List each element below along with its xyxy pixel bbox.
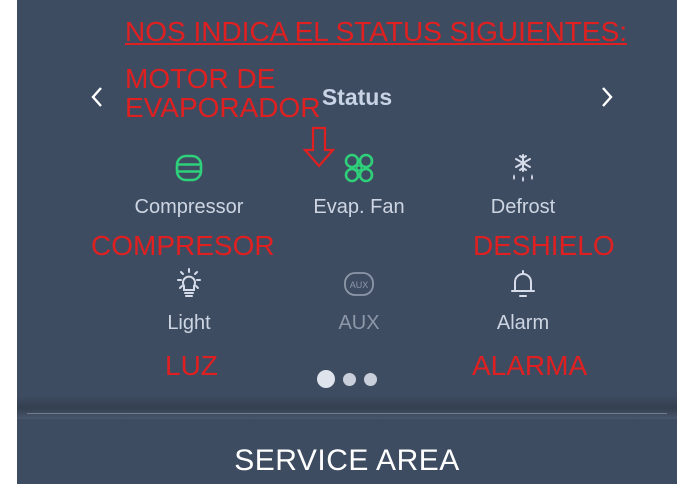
status-alarm[interactable]: Alarm bbox=[443, 266, 603, 335]
annotation-motor: MOTOR DE EVAPORADOR bbox=[125, 64, 321, 123]
status-compressor[interactable]: Compressor bbox=[109, 150, 269, 219]
page-dot[interactable] bbox=[364, 372, 377, 386]
annotation-compresor: COMPRESOR bbox=[91, 230, 275, 261]
annotation-luz: LUZ bbox=[165, 350, 218, 381]
status-light[interactable]: Light bbox=[109, 266, 269, 335]
status-label-alarm: Alarm bbox=[496, 312, 550, 334]
page-dot[interactable] bbox=[343, 372, 356, 386]
light-bulb-icon bbox=[177, 268, 201, 297]
page-indicator[interactable] bbox=[317, 370, 387, 388]
status-label-compressor: Compressor bbox=[134, 196, 244, 218]
status-aux[interactable]: AUX AUX bbox=[279, 266, 439, 335]
section-shadow bbox=[17, 395, 677, 419]
annotation-alarma: ALARMA bbox=[472, 350, 588, 381]
svg-text:AUX: AUX bbox=[350, 280, 369, 290]
chevron-right-icon[interactable] bbox=[592, 82, 622, 112]
bell-icon bbox=[511, 270, 535, 297]
annotation-heading: NOS INDICA EL STATUS SIGUIENTES: bbox=[125, 16, 628, 47]
page-dot-active[interactable] bbox=[317, 370, 335, 388]
snowflake-drip-icon bbox=[513, 154, 533, 182]
annotation-motor-line1: MOTOR DE bbox=[125, 63, 276, 94]
status-label-light: Light bbox=[167, 312, 211, 334]
aux-icon: AUX bbox=[344, 272, 374, 296]
fan-icon bbox=[344, 153, 374, 183]
divider bbox=[27, 413, 667, 414]
status-label-defrost: Defrost bbox=[490, 196, 556, 218]
annotation-motor-line2: EVAPORADOR bbox=[125, 92, 321, 124]
annotation-deshielo: DESHIELO bbox=[473, 230, 615, 261]
compressor-icon bbox=[175, 154, 203, 182]
chevron-left-icon[interactable] bbox=[82, 82, 112, 112]
status-defrost[interactable]: Defrost bbox=[443, 150, 603, 219]
status-label-evap-fan: Evap. Fan bbox=[313, 196, 405, 218]
status-label-aux: AUX bbox=[338, 312, 380, 334]
service-area-button[interactable]: SERVICE AREA bbox=[17, 444, 677, 478]
annotation-arrow-icon bbox=[302, 126, 336, 168]
